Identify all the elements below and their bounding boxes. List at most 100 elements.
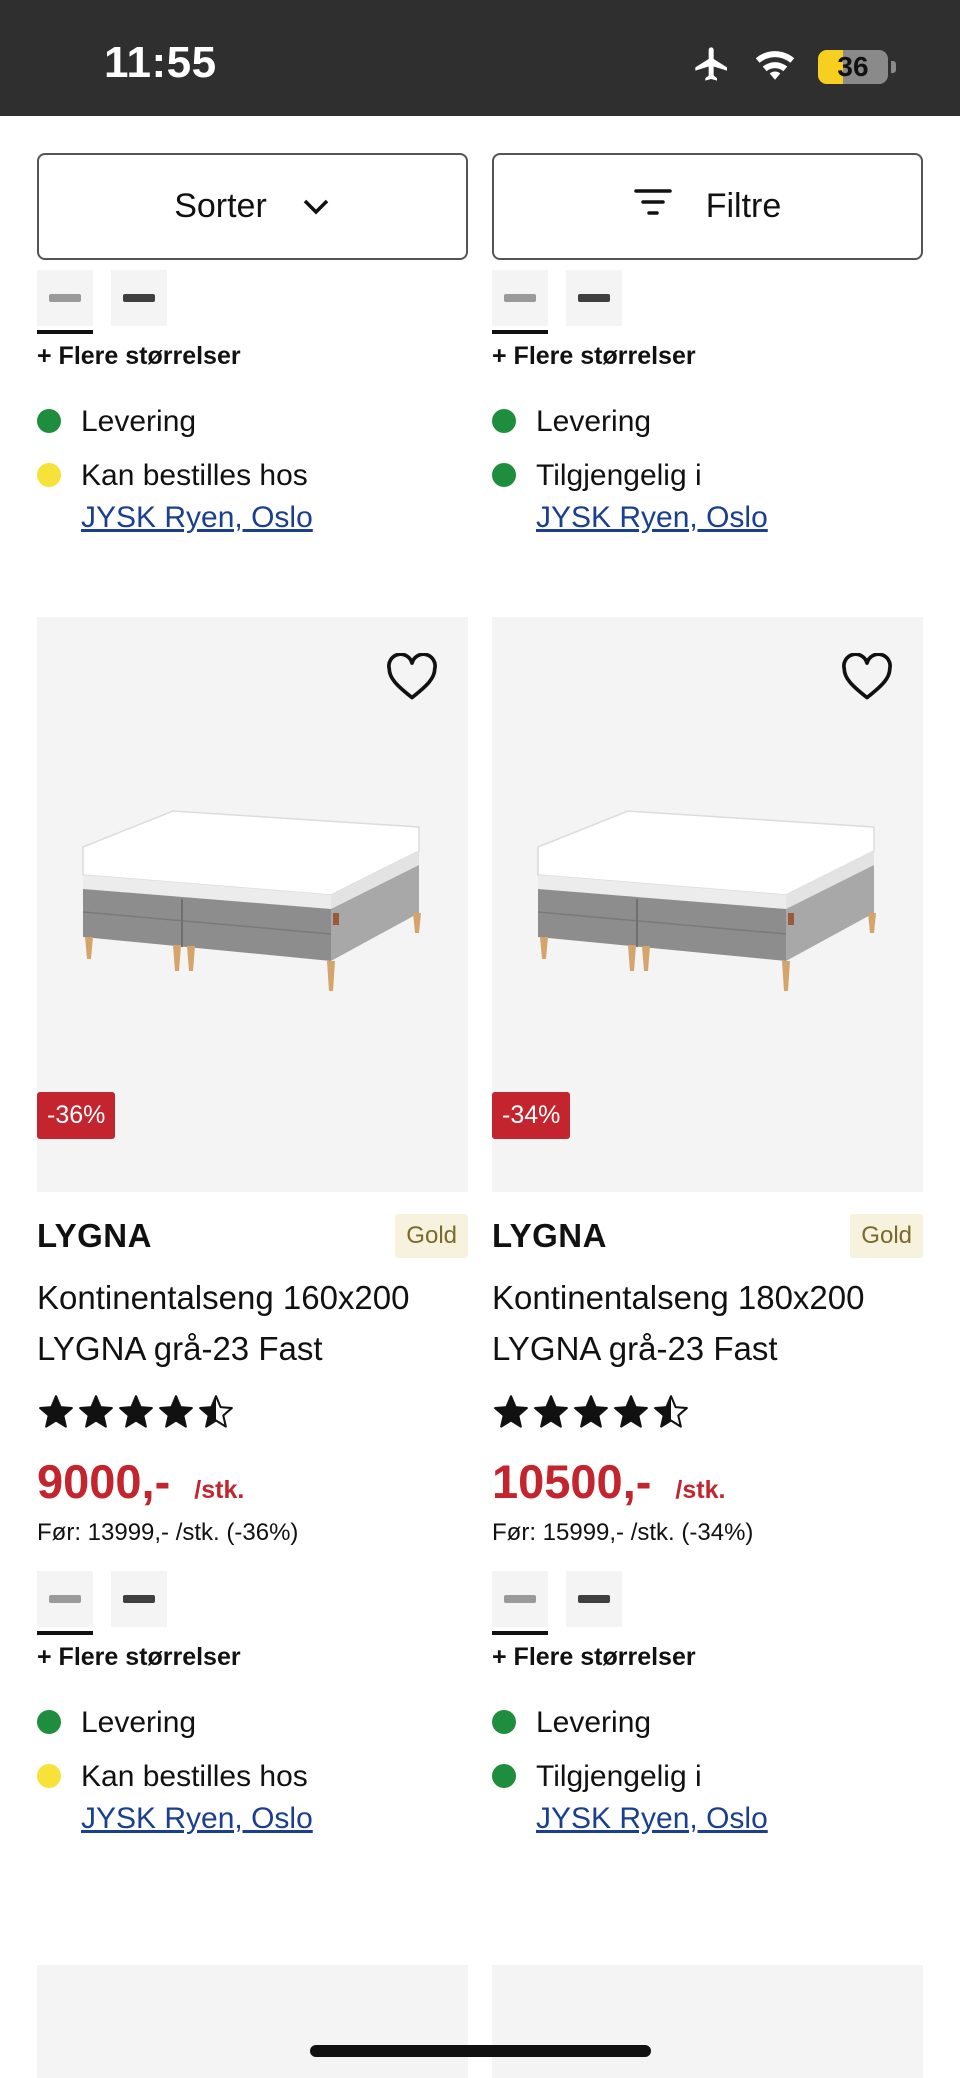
discount-badge: -34% — [492, 1092, 571, 1139]
more-sizes-link[interactable]: + Flere størrelser — [37, 342, 468, 371]
stock-info: Levering Tilgjengelig i JYSK Ryen, Oslo — [492, 401, 923, 539]
more-sizes-link[interactable]: + Flere størrelser — [492, 342, 923, 371]
delivery-row: Levering — [492, 1702, 923, 1744]
delivery-label: Levering — [536, 405, 652, 438]
status-dot-green — [492, 1710, 516, 1734]
store-status: Kan bestilles hos — [81, 1760, 308, 1793]
product-card[interactable]: -34% LYGNA Gold Kontinentalseng 180x200 … — [492, 617, 923, 1840]
store-link[interactable]: JYSK Ryen, Oslo — [81, 1798, 313, 1840]
filter-label: Filtre — [705, 187, 782, 225]
bed-image — [532, 809, 888, 1000]
store-row: Kan bestilles hos JYSK Ryen, Oslo — [37, 455, 468, 539]
filter-button[interactable]: Filtre — [492, 153, 923, 260]
heart-icon[interactable] — [841, 652, 893, 706]
product-column-left: + Flere størrelser Levering Kan bestille… — [37, 270, 468, 1852]
variant-swatch-light[interactable] — [492, 1571, 548, 1635]
variant-swatches — [492, 1571, 923, 1635]
variant-swatch-dark[interactable] — [111, 270, 167, 326]
product-title-line1: Kontinentalseng 180x200 — [492, 1279, 865, 1316]
variant-swatch-dark[interactable] — [566, 270, 622, 326]
next-product-image[interactable] — [37, 1965, 468, 2078]
next-product-image[interactable] — [492, 1965, 923, 2078]
stock-info: Levering Kan bestilles hos JYSK Ryen, Os… — [37, 401, 468, 539]
variant-swatches — [492, 270, 923, 334]
product-image[interactable]: -34% — [492, 617, 923, 1192]
airplane-icon — [692, 44, 732, 89]
store-row: Tilgjengelig i JYSK Ryen, Oslo — [492, 455, 923, 539]
star-full-icon — [574, 1395, 608, 1428]
star-half-icon — [199, 1395, 233, 1428]
tier-badge: Gold — [395, 1214, 468, 1258]
product-title[interactable]: Kontinentalseng 160x200 LYGNA grå-23 Fas… — [37, 1272, 468, 1374]
product-title-line2: LYGNA grå-23 Fast — [37, 1330, 323, 1367]
product-column-right: + Flere størrelser Levering Tilgjengelig… — [492, 270, 923, 1852]
discount-badge: -36% — [37, 1092, 116, 1139]
more-sizes-link[interactable]: + Flere størrelser — [492, 1643, 923, 1672]
delivery-label: Levering — [536, 1706, 652, 1739]
price-unit: /stk. — [194, 1476, 245, 1504]
before-price: Før: 13999,- /stk. (-36%) — [37, 1519, 299, 1546]
status-icons: 36 — [692, 44, 896, 89]
product-title[interactable]: Kontinentalseng 180x200 LYGNA grå-23 Fas… — [492, 1272, 923, 1374]
star-full-icon — [79, 1395, 113, 1428]
variant-swatch-dark[interactable] — [566, 1571, 622, 1627]
store-link[interactable]: JYSK Ryen, Oslo — [81, 497, 313, 539]
star-full-icon — [614, 1395, 648, 1428]
filter-icon — [633, 187, 672, 226]
product-title-line2: LYGNA grå-23 Fast — [492, 1330, 778, 1367]
home-indicator[interactable] — [310, 2045, 651, 2057]
store-status: Tilgjengelig i — [536, 459, 702, 492]
sort-label: Sorter — [174, 187, 267, 225]
store-status: Kan bestilles hos — [81, 459, 308, 492]
before-price: Før: 15999,- /stk. (-34%) — [492, 1519, 754, 1546]
delivery-label: Levering — [81, 405, 197, 438]
battery-icon: 36 — [818, 49, 888, 84]
stock-info: Levering Tilgjengelig i JYSK Ryen, Oslo — [492, 1702, 923, 1840]
status-dot-green — [37, 1710, 61, 1734]
star-full-icon — [39, 1395, 73, 1428]
price-row: 9000,- /stk. — [37, 1454, 468, 1509]
store-row: Tilgjengelig i JYSK Ryen, Oslo — [492, 1756, 923, 1840]
battery-percent: 36 — [837, 50, 869, 82]
product-card[interactable]: -36% LYGNA Gold Kontinentalseng 160x200 … — [37, 617, 468, 1840]
bed-image — [77, 809, 433, 1000]
delivery-row: Levering — [37, 1702, 468, 1744]
status-dot-yellow — [37, 1764, 61, 1788]
price-row: 10500,- /stk. — [492, 1454, 923, 1509]
chevron-down-icon — [301, 187, 331, 226]
delivery-row: Levering — [37, 401, 468, 443]
star-full-icon — [159, 1395, 193, 1428]
variant-swatch-light[interactable] — [492, 270, 548, 334]
status-dot-green — [492, 1764, 516, 1788]
star-half-icon — [654, 1395, 688, 1428]
battery-cap — [891, 60, 896, 73]
status-bar: 11:55 36 — [0, 0, 960, 116]
brand-row: LYGNA Gold — [492, 1214, 923, 1258]
stock-info: Levering Kan bestilles hos JYSK Ryen, Os… — [37, 1702, 468, 1840]
rating-stars — [492, 1390, 923, 1434]
product-image[interactable]: -36% — [37, 617, 468, 1192]
variant-swatches — [37, 1571, 468, 1635]
product-price: 9000,- — [37, 1455, 171, 1508]
variant-swatch-light[interactable] — [37, 1571, 93, 1635]
store-link[interactable]: JYSK Ryen, Oslo — [536, 497, 768, 539]
store-status: Tilgjengelig i — [536, 1760, 702, 1793]
star-full-icon — [534, 1395, 568, 1428]
variant-swatches — [37, 270, 468, 334]
product-brand: LYGNA — [492, 1217, 607, 1254]
status-dot-green — [492, 409, 516, 433]
store-link[interactable]: JYSK Ryen, Oslo — [536, 1798, 768, 1840]
star-full-icon — [119, 1395, 153, 1428]
variant-swatch-light[interactable] — [37, 270, 93, 334]
variant-swatch-dark[interactable] — [111, 1571, 167, 1627]
brand-row: LYGNA Gold — [37, 1214, 468, 1258]
sort-button[interactable]: Sorter — [37, 153, 468, 260]
status-time: 11:55 — [104, 38, 217, 87]
heart-icon[interactable] — [386, 652, 438, 706]
price-unit: /stk. — [675, 1476, 726, 1504]
product-price: 10500,- — [492, 1455, 652, 1508]
status-dot-green — [492, 463, 516, 487]
status-dot-yellow — [37, 463, 61, 487]
more-sizes-link[interactable]: + Flere størrelser — [37, 1643, 468, 1672]
tier-badge: Gold — [850, 1214, 923, 1258]
